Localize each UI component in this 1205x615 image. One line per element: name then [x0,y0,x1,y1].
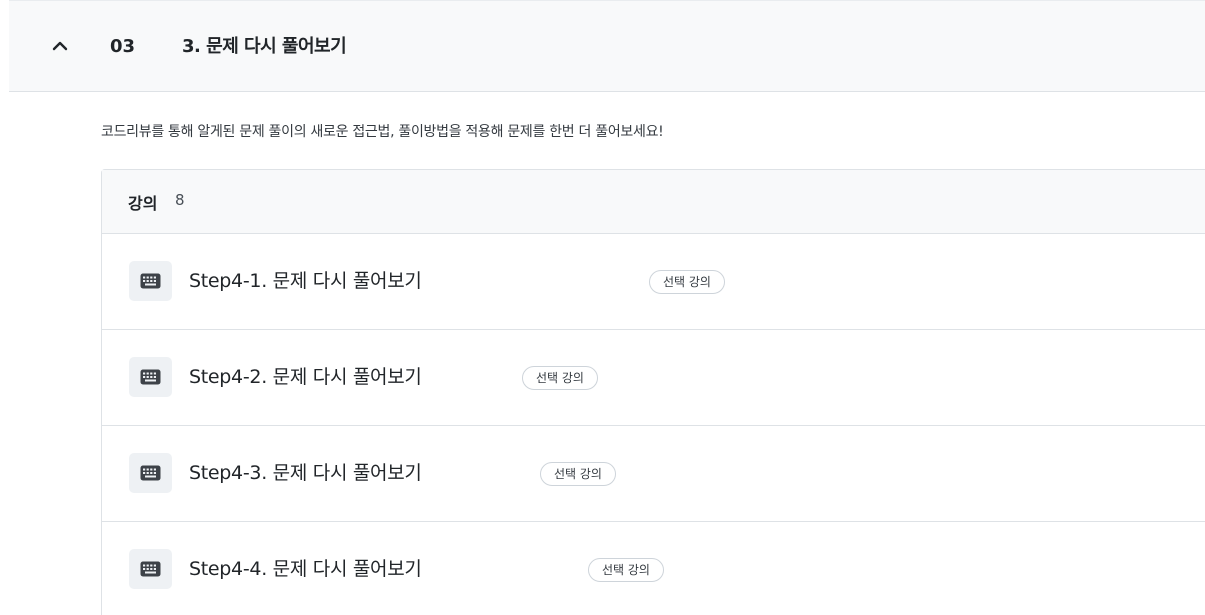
optional-lecture-badge: 선택 강의 [540,462,616,486]
lecture-title[interactable]: Step4-1. 문제 다시 풀어보기 [189,268,422,294]
lecture-label: 강의 [128,194,158,213]
lecture-row[interactable]: Step4-4. 문제 다시 풀어보기 선택 강의 [102,522,1205,615]
keyboard-icon [129,357,172,397]
chevron-up-icon[interactable] [49,35,71,57]
keyboard-icon [129,453,172,493]
section-number: 03 [110,36,136,57]
lecture-list-header: 강의 8 [102,170,1205,234]
curriculum-page: 03 3. 문제 다시 풀어보기 코드리뷰를 통해 알게된 문제 풀이의 새로운… [0,0,1205,615]
lecture-row[interactable]: Step4-2. 문제 다시 풀어보기 선택 강의 [102,330,1205,426]
section-header[interactable]: 03 3. 문제 다시 풀어보기 [9,0,1205,92]
optional-lecture-badge: 선택 강의 [588,558,664,582]
section-description: 코드리뷰를 통해 알게된 문제 풀이의 새로운 접근법, 풀이방법을 적용해 문… [101,124,664,140]
lecture-title[interactable]: Step4-4. 문제 다시 풀어보기 [189,556,422,582]
lecture-row[interactable]: Step4-1. 문제 다시 풀어보기 선택 강의 [102,234,1205,330]
lecture-row[interactable]: Step4-3. 문제 다시 풀어보기 선택 강의 [102,426,1205,522]
section-title: 3. 문제 다시 풀어보기 [182,36,347,57]
lecture-list: 강의 8 Step4-1. 문제 다시 풀어보기 선택 강의 Step4-2. … [101,169,1205,615]
optional-lecture-badge: 선택 강의 [649,270,725,294]
lecture-count: 8 [175,191,185,209]
lecture-title[interactable]: Step4-2. 문제 다시 풀어보기 [189,364,422,390]
lecture-title[interactable]: Step4-3. 문제 다시 풀어보기 [189,460,422,486]
keyboard-icon [129,261,172,301]
optional-lecture-badge: 선택 강의 [522,366,598,390]
keyboard-icon [129,549,172,589]
